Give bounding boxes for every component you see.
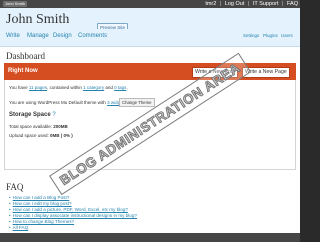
admin-top-bar: John Smith tmr2 | Log Out | IT Support |… bbox=[0, 0, 300, 8]
faq-link[interactable]: How can I display associate instructiona… bbox=[13, 213, 137, 218]
nav-write[interactable]: Write bbox=[6, 33, 20, 39]
username-link[interactable]: tmr2 bbox=[205, 1, 216, 7]
storage-used: Upload space used: 0MB ( 0% ) bbox=[9, 133, 73, 138]
main-nav: Write Manage Design Comments Settings Pl… bbox=[0, 29, 300, 47]
storage-title-text: Storage Space bbox=[9, 112, 51, 118]
separator: | bbox=[219, 1, 222, 7]
nav-plugins[interactable]: Plugins bbox=[263, 33, 278, 38]
faq-list: How can I add a Blog Post? How can I edi… bbox=[9, 195, 137, 231]
right-now-panel: You have 11 pages, contained within 1 ca… bbox=[4, 80, 296, 170]
faq-link[interactable]: FAQ bbox=[287, 1, 298, 7]
content-summary: You have 11 pages, contained within 1 ca… bbox=[9, 85, 128, 90]
tags-link[interactable]: 0 tags bbox=[114, 85, 126, 90]
storage-total-value: 200MB bbox=[53, 124, 68, 129]
blog-title: John Smith bbox=[6, 12, 70, 27]
nav-manage[interactable]: Manage bbox=[27, 33, 49, 39]
storage-total-label: Total space available: bbox=[9, 124, 53, 129]
faq-link[interactable]: How can I edit my blog post? bbox=[13, 201, 72, 206]
it-support-link[interactable]: IT Support bbox=[253, 1, 279, 7]
nav-settings[interactable]: Settings bbox=[243, 33, 259, 38]
nav-comments[interactable]: Comments bbox=[78, 33, 107, 39]
theme-summary: You are using WordPress Mu Default theme… bbox=[9, 100, 127, 105]
storage-help-link[interactable]: ? bbox=[52, 112, 55, 118]
user-links: tmr2 | Log Out | IT Support | FAQ bbox=[203, 0, 298, 8]
blog-header: John Smith Preview Site bbox=[0, 8, 300, 32]
right-now-label: Right Now bbox=[8, 68, 38, 74]
write-page-button[interactable]: Write a New Page bbox=[242, 67, 290, 78]
nav-design[interactable]: Design bbox=[53, 33, 72, 39]
logout-link[interactable]: Log Out bbox=[225, 1, 245, 7]
right-now-bar: Right Now Write a New Post Write a New P… bbox=[4, 63, 296, 80]
write-post-button[interactable]: Write a New Post bbox=[192, 67, 238, 78]
admin-footer bbox=[0, 233, 300, 242]
summary-text: , contained within bbox=[47, 85, 82, 90]
faq-link[interactable]: How can I add a picture, PDF, Word, Exce… bbox=[13, 207, 128, 212]
pages-link[interactable]: 11 pages bbox=[29, 85, 47, 90]
storage-title: Storage Space ? bbox=[9, 112, 56, 118]
change-theme-button[interactable]: Change Theme bbox=[119, 98, 155, 107]
summary-text: You have bbox=[9, 85, 28, 90]
nav-users[interactable]: Users bbox=[281, 33, 293, 38]
faq-link[interactable]: All FAQ bbox=[13, 225, 29, 230]
site-name-chip[interactable]: John Smith bbox=[3, 1, 28, 7]
storage-used-value: 0MB ( 0% ) bbox=[50, 133, 73, 138]
page-title: Dashboard bbox=[6, 51, 45, 61]
summary-text: and bbox=[105, 85, 113, 90]
storage-used-label: Upload space used: bbox=[9, 133, 49, 138]
summary-text: . bbox=[126, 85, 128, 90]
theme-text: You are using WordPress Mu Default theme… bbox=[9, 100, 106, 105]
separator: | bbox=[247, 1, 250, 7]
faq-link[interactable]: How to change Blog Themes? bbox=[13, 219, 74, 224]
storage-total: Total space available: 200MB bbox=[9, 124, 68, 129]
dashboard-page: John Smith tmr2 | Log Out | IT Support |… bbox=[0, 0, 300, 242]
category-link[interactable]: 1 category bbox=[83, 85, 104, 90]
faq-item[interactable]: All FAQ bbox=[9, 225, 137, 231]
faq-title: FAQ bbox=[6, 182, 24, 192]
faq-link[interactable]: How can I add a Blog Post? bbox=[13, 195, 70, 200]
separator: | bbox=[282, 1, 284, 7]
